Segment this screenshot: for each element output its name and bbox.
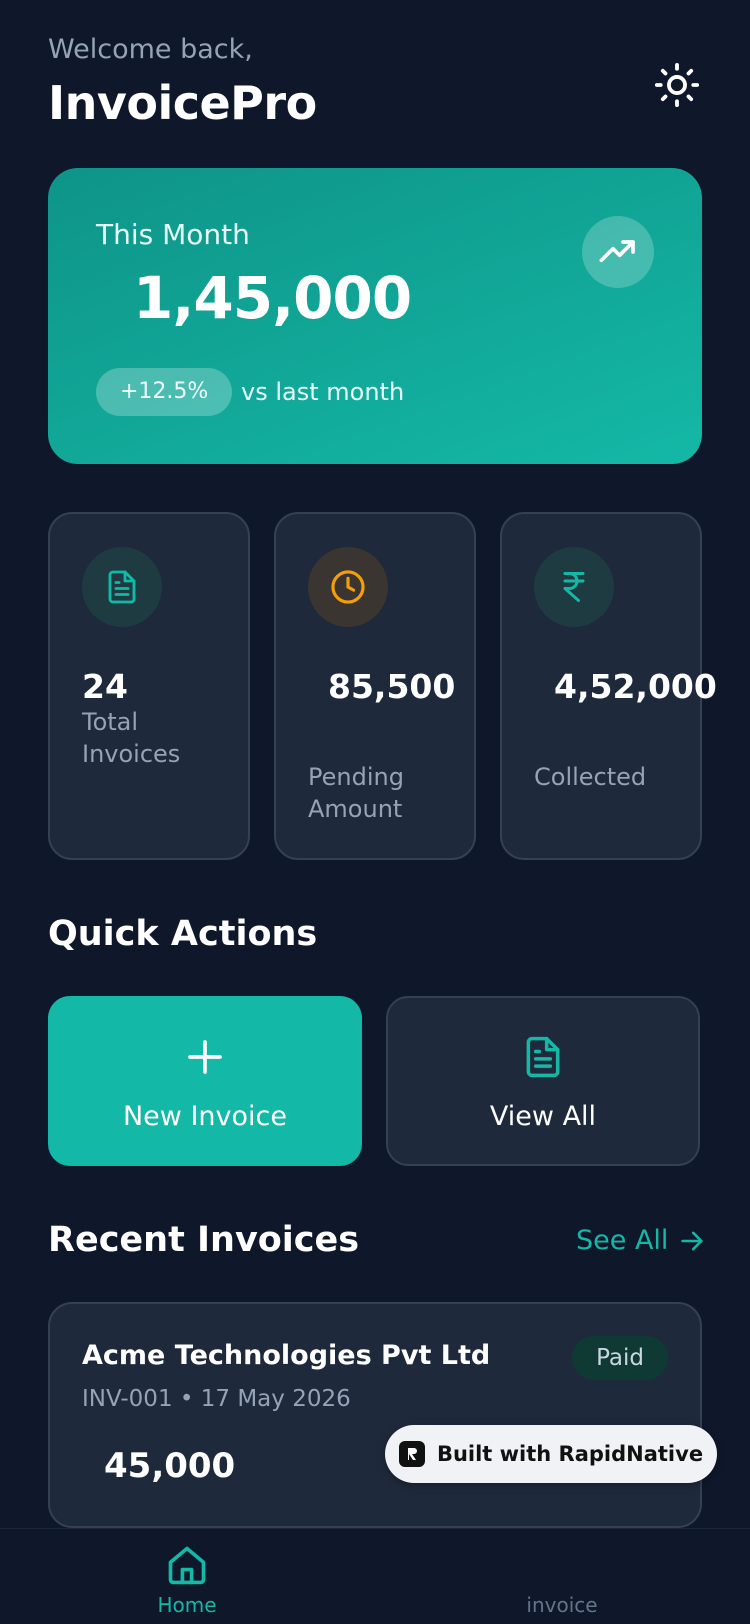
plus-icon bbox=[188, 1039, 222, 1074]
theme-toggle-button[interactable] bbox=[652, 60, 702, 110]
stat-card-pending-amount[interactable]: 85,500 Pending Amount bbox=[274, 512, 476, 860]
nav-item-invoice[interactable]: invoice bbox=[512, 1543, 612, 1617]
monthly-summary-card: This Month 1,45,000 +12.5% vs last month bbox=[48, 168, 702, 464]
invoice-card[interactable]: Acme Technologies Pvt Ltd INV-001 • 17 M… bbox=[48, 1302, 702, 1528]
nav-label-invoice: invoice bbox=[526, 1593, 598, 1617]
sun-icon bbox=[654, 62, 700, 108]
see-all-link[interactable]: See All bbox=[576, 1225, 706, 1256]
status-badge: Paid bbox=[572, 1336, 668, 1380]
trending-up-icon bbox=[599, 240, 635, 263]
nav-label-home: Home bbox=[157, 1593, 217, 1617]
home-icon bbox=[168, 1546, 206, 1585]
rapidnative-logo-icon bbox=[398, 1441, 425, 1467]
compare-text: vs last month bbox=[241, 378, 405, 406]
built-with-badge[interactable]: Built with RapidNative bbox=[385, 1425, 717, 1483]
page-title: InvoicePro bbox=[48, 76, 317, 130]
stat-value: 4,52,000 bbox=[554, 667, 717, 706]
stat-icon-badge bbox=[534, 547, 614, 627]
stat-label: Total Invoices bbox=[82, 708, 181, 768]
view-all-label: View All bbox=[489, 1100, 597, 1132]
built-with-label: Built with RapidNative bbox=[436, 1442, 704, 1466]
stat-icon-badge bbox=[82, 547, 162, 627]
clock-icon bbox=[331, 570, 365, 604]
stat-card-collected[interactable]: 4,52,000 Collected bbox=[500, 512, 717, 860]
rupee-icon bbox=[563, 572, 585, 602]
new-invoice-button[interactable]: New Invoice bbox=[48, 996, 362, 1166]
quick-actions-title: Quick Actions bbox=[48, 914, 318, 954]
change-badge: +12.5% bbox=[96, 368, 233, 416]
summary-label: This Month bbox=[96, 218, 250, 251]
welcome-text: Welcome back, bbox=[48, 34, 253, 65]
summary-amount: 1,45,000 bbox=[133, 264, 412, 332]
nav-item-home[interactable]: Home bbox=[142, 1543, 232, 1617]
invoice-meta: INV-001 • 17 May 2026 bbox=[82, 1386, 351, 1412]
trend-badge bbox=[582, 216, 654, 288]
stat-label: Pending Amount bbox=[308, 763, 404, 823]
invoice-amount: 45,000 bbox=[104, 1446, 236, 1486]
new-invoice-label: New Invoice bbox=[122, 1100, 287, 1132]
stat-icon-badge bbox=[308, 547, 388, 627]
invoice-client: Acme Technologies Pvt Ltd bbox=[82, 1340, 491, 1371]
document-icon bbox=[108, 570, 136, 604]
document-icon bbox=[526, 1036, 560, 1077]
home-screen: Welcome back, InvoicePro This Month 1,45… bbox=[0, 0, 750, 1624]
stat-card-total-invoices[interactable]: 24 Total Invoices bbox=[48, 512, 250, 860]
see-all-label: See All bbox=[576, 1225, 669, 1256]
view-all-button[interactable]: View All bbox=[386, 996, 700, 1166]
stat-value: 85,500 bbox=[328, 667, 456, 706]
recent-invoices-title: Recent Invoices bbox=[48, 1220, 360, 1260]
bottom-navigation: Home invoice bbox=[0, 1528, 750, 1624]
stat-label: Collected bbox=[534, 763, 647, 791]
arrow-right-icon bbox=[681, 1231, 704, 1250]
